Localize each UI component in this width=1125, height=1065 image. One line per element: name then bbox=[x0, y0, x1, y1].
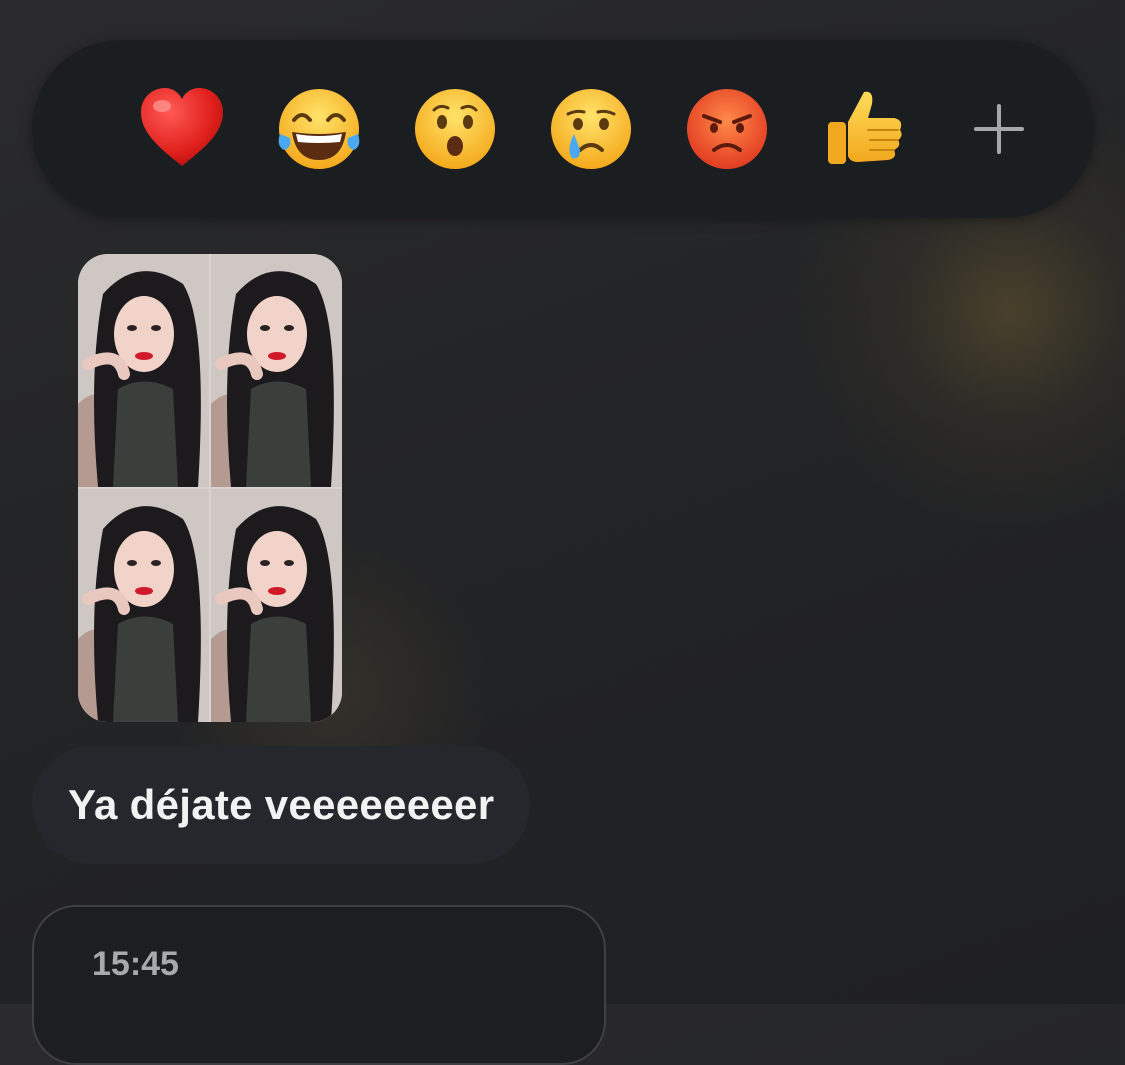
photo-collage-message[interactable] bbox=[78, 254, 342, 722]
crying-face-icon[interactable] bbox=[546, 84, 636, 174]
time-bubble[interactable]: 15:45 bbox=[32, 905, 606, 1065]
photo-tile bbox=[78, 489, 209, 722]
photo-tile bbox=[211, 489, 342, 722]
tears-of-joy-icon[interactable] bbox=[274, 84, 364, 174]
red-heart-icon[interactable] bbox=[137, 84, 227, 174]
thumbs-up-icon[interactable] bbox=[818, 84, 908, 174]
plus-icon[interactable] bbox=[954, 84, 1044, 174]
text-message-bubble[interactable]: Ya déjate veeeeeeeer bbox=[32, 746, 531, 864]
angry-face-icon[interactable] bbox=[682, 84, 772, 174]
message-text: Ya déjate veeeeeeeer bbox=[68, 781, 495, 828]
surprised-face-icon[interactable] bbox=[410, 84, 500, 174]
reaction-bar bbox=[32, 40, 1094, 218]
photo-tile bbox=[78, 254, 209, 487]
photo-tile bbox=[211, 254, 342, 487]
message-time: 15:45 bbox=[92, 945, 179, 983]
